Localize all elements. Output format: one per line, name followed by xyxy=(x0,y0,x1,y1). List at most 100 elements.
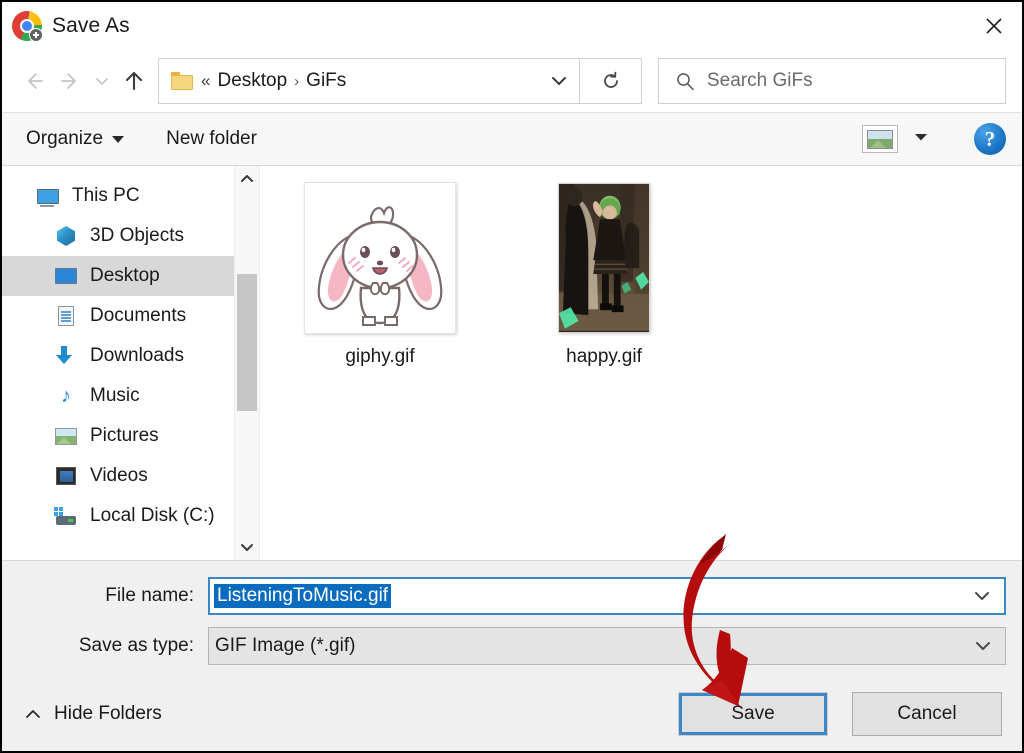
address-bar[interactable]: « Desktop › GiFs xyxy=(158,58,580,104)
anime-scene-icon xyxy=(559,184,649,331)
document-icon xyxy=(54,305,78,327)
search-box[interactable]: Search GiFs xyxy=(658,58,1006,104)
scrollbar-thumb[interactable] xyxy=(237,274,257,411)
sidebar-item-this-pc[interactable]: This PC xyxy=(2,176,234,216)
file-thumbnail xyxy=(304,182,456,334)
disk-icon xyxy=(54,507,78,525)
refresh-button[interactable] xyxy=(580,58,642,104)
close-button[interactable] xyxy=(966,3,1022,49)
chevron-down-icon xyxy=(241,544,253,551)
chevron-down-icon xyxy=(552,77,566,85)
search-input[interactable]: Search GiFs xyxy=(707,70,813,92)
sidebar-item-label: Videos xyxy=(90,465,148,486)
scroll-down-button[interactable] xyxy=(235,534,259,560)
save-label: Save xyxy=(731,703,775,724)
new-folder-button[interactable]: New folder xyxy=(166,128,257,150)
pc-icon xyxy=(36,185,60,207)
sidebar-item-label: Documents xyxy=(90,305,187,326)
download-icon xyxy=(54,346,78,366)
chevron-down-icon xyxy=(975,592,989,600)
file-name-label: happy.gif xyxy=(566,346,642,367)
scroll-up-button[interactable] xyxy=(235,166,259,192)
navigation-bar: « Desktop › GiFs Search GiFs xyxy=(2,50,1022,112)
sidebar-item-label: Desktop xyxy=(90,265,160,286)
filetype-combobox[interactable]: GIF Image (*.gif) xyxy=(208,627,1006,665)
file-thumbnail xyxy=(558,183,650,333)
folder-icon xyxy=(171,72,193,90)
scrollbar-track[interactable] xyxy=(235,192,259,534)
filename-combobox[interactable]: ListeningToMusic.gif xyxy=(208,577,1006,615)
chrome-icon xyxy=(12,11,43,42)
cancel-button[interactable]: Cancel xyxy=(852,692,1002,736)
arrow-right-icon xyxy=(61,73,76,89)
sidebar-item-downloads[interactable]: Downloads xyxy=(2,336,234,376)
sidebar-item-label: Pictures xyxy=(90,425,159,446)
arrow-left-icon xyxy=(28,73,43,89)
organize-button[interactable]: Organize xyxy=(26,128,125,150)
video-icon xyxy=(54,465,78,487)
search-icon xyxy=(675,71,695,91)
sidebar-item-3d-objects[interactable]: 3D Objects xyxy=(2,216,234,256)
sidebar-item-label: Local Disk (C:) xyxy=(90,505,215,526)
view-mode-button[interactable] xyxy=(862,125,898,153)
file-list[interactable]: giphy.gif happy.gif xyxy=(260,166,1022,560)
filetype-value: GIF Image (*.gif) xyxy=(215,635,356,656)
cancel-label: Cancel xyxy=(897,703,957,724)
sidebar-item-pictures[interactable]: Pictures xyxy=(2,416,234,456)
navigation-pane: This PC 3D Objects Desktop Documents Dow… xyxy=(2,166,234,560)
sidebar-item-videos[interactable]: Videos xyxy=(2,456,234,496)
filename-input[interactable]: ListeningToMusic.gif xyxy=(214,584,392,608)
hide-folders-button[interactable]: Hide Folders xyxy=(24,703,162,725)
cube-icon xyxy=(54,225,78,247)
chevron-down-icon xyxy=(96,78,108,85)
file-item-happy[interactable]: happy.gif xyxy=(522,180,686,368)
forward-button[interactable] xyxy=(52,63,88,99)
view-mode-dropdown-button[interactable] xyxy=(912,130,930,149)
title-bar: Save As xyxy=(2,2,1022,50)
sidebar-item-label: Music xyxy=(90,385,140,406)
breadcrumb-separator: › xyxy=(294,72,300,90)
chevron-up-icon xyxy=(26,710,40,718)
bunny-illustration-icon xyxy=(317,206,443,326)
toolbar: Organize New folder ? xyxy=(2,112,1022,166)
sidebar-item-label: This PC xyxy=(72,185,140,206)
picture-icon xyxy=(54,425,78,447)
breadcrumb-overflow[interactable]: « xyxy=(201,71,210,91)
filename-dropdown-button[interactable] xyxy=(960,589,1004,603)
save-as-dialog: Save As « Desktop › GiFs Search GiFs Org… xyxy=(0,0,1024,753)
sidebar-item-documents[interactable]: Documents xyxy=(2,296,234,336)
window-title: Save As xyxy=(52,14,130,37)
dialog-footer: Hide Folders Save Cancel xyxy=(2,677,1022,751)
chevron-up-icon xyxy=(241,175,253,182)
back-button[interactable] xyxy=(16,63,52,99)
save-button[interactable]: Save xyxy=(678,692,828,736)
hide-folders-label: Hide Folders xyxy=(54,703,162,724)
filetype-dropdown-button[interactable] xyxy=(961,639,1005,653)
file-item-giphy[interactable]: giphy.gif xyxy=(298,180,462,368)
breadcrumb-item-desktop[interactable]: Desktop xyxy=(217,70,287,92)
save-form: File name: ListeningToMusic.gif Save as … xyxy=(2,561,1022,677)
up-button[interactable] xyxy=(116,63,152,99)
breadcrumb-item-gifs[interactable]: GiFs xyxy=(306,70,346,92)
thumbnail-wrapper xyxy=(526,180,682,336)
picture-view-icon xyxy=(867,129,893,149)
sidebar-item-label: 3D Objects xyxy=(90,225,184,246)
filetype-row: Save as type: GIF Image (*.gif) xyxy=(18,627,1006,665)
refresh-icon xyxy=(603,71,618,88)
close-icon xyxy=(986,18,1002,34)
file-name-label: giphy.gif xyxy=(345,346,415,367)
sidebar-item-local-disk[interactable]: Local Disk (C:) xyxy=(2,496,234,536)
help-button[interactable]: ? xyxy=(974,123,1006,155)
desktop-icon xyxy=(54,265,78,287)
recent-locations-button[interactable] xyxy=(88,63,116,99)
arrow-up-icon xyxy=(125,71,143,91)
organize-label: Organize xyxy=(26,128,104,149)
filename-label: File name: xyxy=(105,585,194,606)
address-dropdown-button[interactable] xyxy=(539,74,579,88)
chevron-down-icon xyxy=(976,642,990,650)
filename-row: File name: ListeningToMusic.gif xyxy=(18,577,1006,615)
navigation-pane-scrollbar[interactable] xyxy=(234,166,260,560)
dialog-body: This PC 3D Objects Desktop Documents Dow… xyxy=(2,166,1022,561)
sidebar-item-desktop[interactable]: Desktop xyxy=(2,256,234,296)
sidebar-item-music[interactable]: ♪ Music xyxy=(2,376,234,416)
